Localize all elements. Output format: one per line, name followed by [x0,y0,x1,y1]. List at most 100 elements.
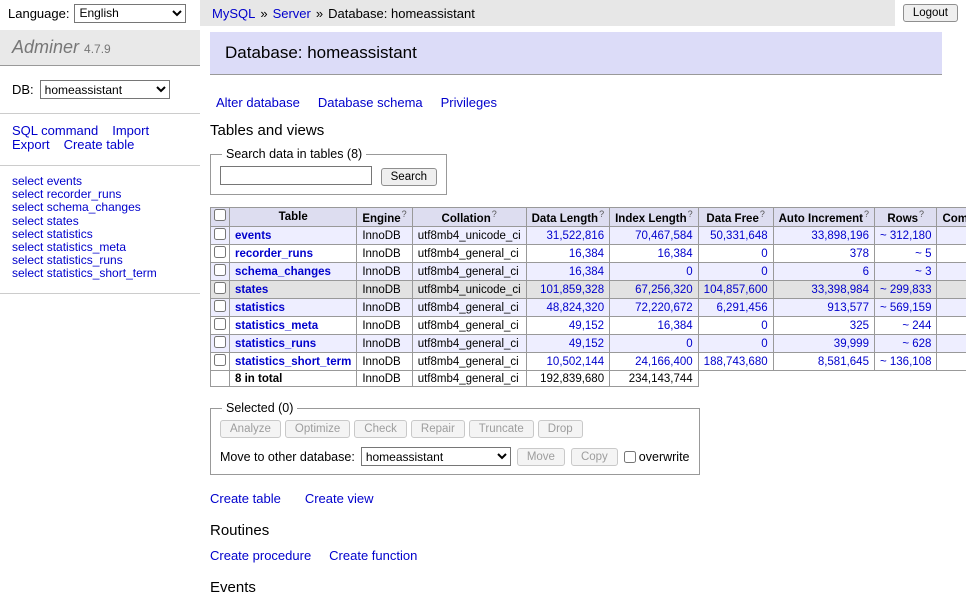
row-checkbox[interactable] [214,318,226,330]
logout-button[interactable]: Logout [903,4,958,22]
sidebar-table-link-statistics-runs[interactable]: statistics_runs [47,253,123,267]
data-length-link[interactable]: 16,384 [569,248,604,260]
rows-count-link[interactable]: ~ 136,108 [880,356,931,368]
select-link-statistics-meta[interactable]: select [12,240,43,254]
rows-count-link[interactable]: ~ 299,833 [880,284,931,296]
help-icon[interactable]: ? [402,209,407,219]
breadcrumb-link-mysql[interactable]: MySQL [212,6,255,21]
row-checkbox[interactable] [214,246,226,258]
table-name-link-statistics-short-term[interactable]: statistics_short_term [235,356,351,368]
data-length-link[interactable]: 48,824,320 [547,302,605,314]
auto-increment-link[interactable]: 325 [850,320,869,332]
row-checkbox[interactable] [214,300,226,312]
select-link-states[interactable]: select [12,214,43,228]
sidebar-table-link-schema-changes[interactable]: schema_changes [47,200,141,214]
help-icon[interactable]: ? [864,209,869,219]
sidebar-link-export[interactable]: Export [12,137,50,152]
data-length-link[interactable]: 49,152 [569,338,604,350]
rows-count-link[interactable]: ~ 244 [902,320,931,332]
select-link-schema-changes[interactable]: select [12,200,43,214]
data-free-link[interactable]: 0 [761,248,767,260]
index-length-link[interactable]: 16,384 [657,320,692,332]
index-length-link[interactable]: 16,384 [657,248,692,260]
row-checkbox[interactable] [214,228,226,240]
breadcrumb-link-server[interactable]: Server [273,6,311,21]
data-free-link[interactable]: 6,291,456 [716,302,767,314]
rows-count-link[interactable]: ~ 312,180 [880,230,931,242]
repair-button[interactable]: Repair [411,420,465,438]
data-free-link[interactable]: 0 [761,266,767,278]
truncate-button[interactable]: Truncate [469,420,534,438]
data-free-link[interactable]: 0 [761,338,767,350]
auto-increment-link[interactable]: 378 [850,248,869,260]
create-view-link[interactable]: Create view [305,491,374,506]
db-select[interactable]: homeassistant [40,80,170,99]
sidebar-table-link-statistics-meta[interactable]: statistics_meta [47,240,126,254]
auto-increment-link[interactable]: 6 [863,266,869,278]
sidebar-table-link-events[interactable]: events [47,174,82,188]
help-icon[interactable]: ? [599,209,604,219]
sidebar-link-sql-command[interactable]: SQL command [12,123,98,138]
create-procedure-link[interactable]: Create procedure [210,548,311,563]
rows-count-link[interactable]: ~ 628 [902,338,931,350]
drop-button[interactable]: Drop [538,420,583,438]
help-icon[interactable]: ? [492,209,497,219]
auto-increment-link[interactable]: 33,398,984 [811,284,869,296]
rows-count-link[interactable]: ~ 3 [915,266,931,278]
index-length-link[interactable]: 72,220,672 [635,302,693,314]
index-length-link[interactable]: 67,256,320 [635,284,693,296]
search-input[interactable] [220,166,372,185]
row-checkbox[interactable] [214,264,226,276]
search-button[interactable]: Search [381,168,437,186]
sidebar-table-link-statistics[interactable]: statistics [47,227,93,241]
data-length-link[interactable]: 49,152 [569,320,604,332]
table-name-link-statistics[interactable]: statistics [235,302,285,314]
rows-count-link[interactable]: ~ 569,159 [880,302,931,314]
index-length-link[interactable]: 24,166,400 [635,356,693,368]
nav-link-database-schema[interactable]: Database schema [318,95,423,110]
auto-increment-link[interactable]: 33,898,196 [811,230,869,242]
row-checkbox[interactable] [214,282,226,294]
data-length-link[interactable]: 16,384 [569,266,604,278]
help-icon[interactable]: ? [760,209,765,219]
table-name-link-statistics-runs[interactable]: statistics_runs [235,338,316,350]
copy-button[interactable]: Copy [571,448,618,466]
analyze-button[interactable]: Analyze [220,420,281,438]
select-link-statistics[interactable]: select [12,227,43,241]
select-link-statistics-short-term[interactable]: select [12,266,43,280]
help-icon[interactable]: ? [688,209,693,219]
data-free-link[interactable]: 50,331,648 [710,230,768,242]
select-link-statistics-runs[interactable]: select [12,253,43,267]
move-db-select[interactable]: homeassistant [361,447,511,466]
overwrite-checkbox[interactable] [624,451,636,463]
nav-link-privileges[interactable]: Privileges [441,95,497,110]
data-free-link[interactable]: 188,743,680 [704,356,768,368]
table-name-link-events[interactable]: events [235,230,271,242]
rows-count-link[interactable]: ~ 5 [915,248,931,260]
select-link-recorder-runs[interactable]: select [12,187,43,201]
check-button[interactable]: Check [354,420,407,438]
auto-increment-link[interactable]: 913,577 [827,302,869,314]
sidebar-table-link-recorder-runs[interactable]: recorder_runs [47,187,122,201]
app-version[interactable]: 4.7.9 [84,42,111,56]
optimize-button[interactable]: Optimize [285,420,350,438]
create-table-link[interactable]: Create table [210,491,281,506]
row-checkbox[interactable] [214,354,226,366]
select-all-checkbox[interactable] [214,209,226,221]
select-link-events[interactable]: select [12,174,43,188]
sidebar-table-link-states[interactable]: states [47,214,79,228]
data-length-link[interactable]: 10,502,144 [547,356,605,368]
table-name-link-states[interactable]: states [235,284,268,296]
help-icon[interactable]: ? [919,209,924,219]
table-name-link-statistics-meta[interactable]: statistics_meta [235,320,318,332]
index-length-link[interactable]: 0 [686,266,692,278]
data-free-link[interactable]: 104,857,600 [704,284,768,296]
sidebar-link-import[interactable]: Import [112,123,149,138]
sidebar-table-link-statistics-short-term[interactable]: statistics_short_term [47,266,157,280]
row-checkbox[interactable] [214,336,226,348]
index-length-link[interactable]: 0 [686,338,692,350]
sidebar-link-create-table[interactable]: Create table [64,137,135,152]
table-name-link-schema-changes[interactable]: schema_changes [235,266,331,278]
auto-increment-link[interactable]: 8,581,645 [818,356,869,368]
data-length-link[interactable]: 31,522,816 [547,230,605,242]
